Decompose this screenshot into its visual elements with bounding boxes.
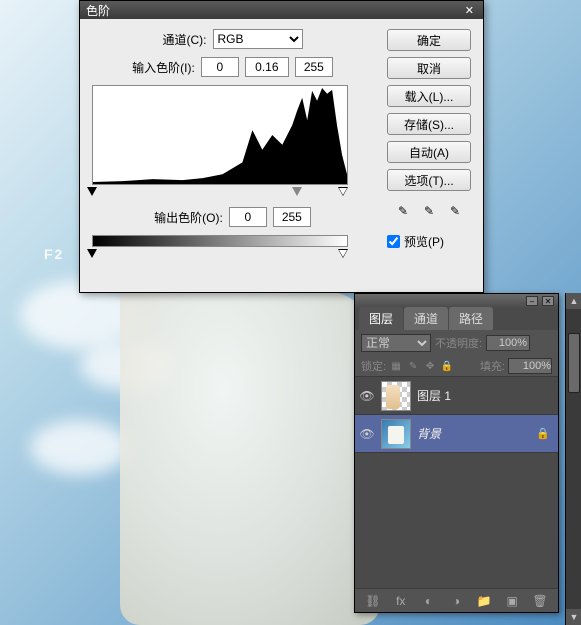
panel-bottom-toolbar: ⛓ fx ◐ ◑ 📁 ▣ 🗑 [355,588,558,612]
folder-icon[interactable]: 📁 [475,593,493,609]
output-black-slider[interactable] [87,249,97,258]
output-white-field[interactable] [273,207,311,227]
fx-icon[interactable]: fx [392,593,410,609]
close-panel-icon[interactable]: ✕ [542,296,554,306]
output-slider-track[interactable] [92,249,348,261]
cloud-shape [30,420,130,475]
layer-row[interactable]: 👁 背景 🔒 [355,415,558,453]
scrollbar-thumb[interactable] [568,333,580,393]
link-layers-icon[interactable]: ⛓ [364,593,382,609]
trash-icon[interactable]: 🗑 [531,593,549,609]
adjustment-icon[interactable]: ◑ [447,593,465,609]
preview-label: 预览(P) [404,233,444,250]
output-white-slider[interactable] [338,249,348,258]
dialog-title: 色阶 [86,2,110,19]
options-button[interactable]: 选项(T)... [387,169,471,191]
cancel-button[interactable]: 取消 [387,57,471,79]
new-layer-icon[interactable]: ▣ [503,593,521,609]
layer-thumbnail[interactable] [381,381,411,411]
levels-dialog: 色阶 ✕ 通道(C): RGB 输入色阶(I): [79,0,484,293]
opacity-label: 不透明度: [435,335,482,351]
figure-image [120,290,380,625]
output-levels-label: 输出色阶(O): [154,209,223,226]
eyedropper-gray-icon[interactable]: ✎ [419,201,439,221]
lock-label: 锁定: [361,358,386,374]
brand-text: F2 [44,246,64,262]
layer-name[interactable]: 背景 [417,425,530,442]
minimize-icon[interactable]: – [526,296,538,306]
layers-list: 👁 图层 1 👁 背景 🔒 [355,377,558,588]
lock-transparency-icon[interactable]: ▦ [389,359,403,373]
ok-button[interactable]: 确定 [387,29,471,51]
visibility-icon[interactable]: 👁 [359,388,375,404]
input-slider-track[interactable] [92,187,348,199]
lock-pixels-icon[interactable]: ✎ [406,359,420,373]
fill-field[interactable] [508,358,552,374]
input-white-field[interactable] [295,57,333,77]
layer-row[interactable]: 👁 图层 1 [355,377,558,415]
histogram [92,85,348,185]
tab-layers[interactable]: 图层 [359,307,403,330]
white-point-slider[interactable] [338,187,348,196]
scroll-down-icon[interactable]: ▼ [566,609,581,625]
scroll-up-icon[interactable]: ▲ [566,293,581,309]
input-gamma-field[interactable] [245,57,289,77]
load-button[interactable]: 载入(L)... [387,85,471,107]
lock-icon: 🔒 [536,427,550,440]
close-icon[interactable]: ✕ [462,4,477,17]
eyedropper-black-icon[interactable]: ✎ [393,201,413,221]
preview-checkbox[interactable] [387,235,400,248]
black-point-slider[interactable] [87,187,97,196]
mask-icon[interactable]: ◐ [420,593,438,609]
dialog-titlebar[interactable]: 色阶 ✕ [80,1,483,19]
auto-button[interactable]: 自动(A) [387,141,471,163]
layer-thumbnail[interactable] [381,419,411,449]
fill-label: 填充: [480,358,505,374]
vertical-scrollbar[interactable]: ▲ ▼ [565,293,581,625]
lock-all-icon[interactable]: 🔒 [440,359,454,373]
eyedropper-white-icon[interactable]: ✎ [445,201,465,221]
output-gradient [92,235,348,247]
layer-name[interactable]: 图层 1 [417,387,554,404]
layers-panel: – ✕ 图层 通道 路径 正常 不透明度: 锁定: ▦ ✎ ✥ 🔒 填充: 👁 … [354,293,559,613]
save-button[interactable]: 存储(S)... [387,113,471,135]
output-black-field[interactable] [229,207,267,227]
opacity-field[interactable] [486,335,530,351]
input-levels-label: 输入色阶(I): [132,59,195,76]
panel-window-controls: – ✕ [355,294,558,308]
channel-select[interactable]: RGB [213,29,303,49]
visibility-icon[interactable]: 👁 [359,426,375,442]
gamma-slider[interactable] [292,187,302,196]
tab-channels[interactable]: 通道 [404,307,448,330]
blend-mode-select[interactable]: 正常 [361,334,431,352]
panel-tabs: 图层 通道 路径 [355,308,558,330]
channel-label: 通道(C): [163,31,207,48]
lock-position-icon[interactable]: ✥ [423,359,437,373]
input-black-field[interactable] [201,57,239,77]
tab-paths[interactable]: 路径 [449,307,493,330]
